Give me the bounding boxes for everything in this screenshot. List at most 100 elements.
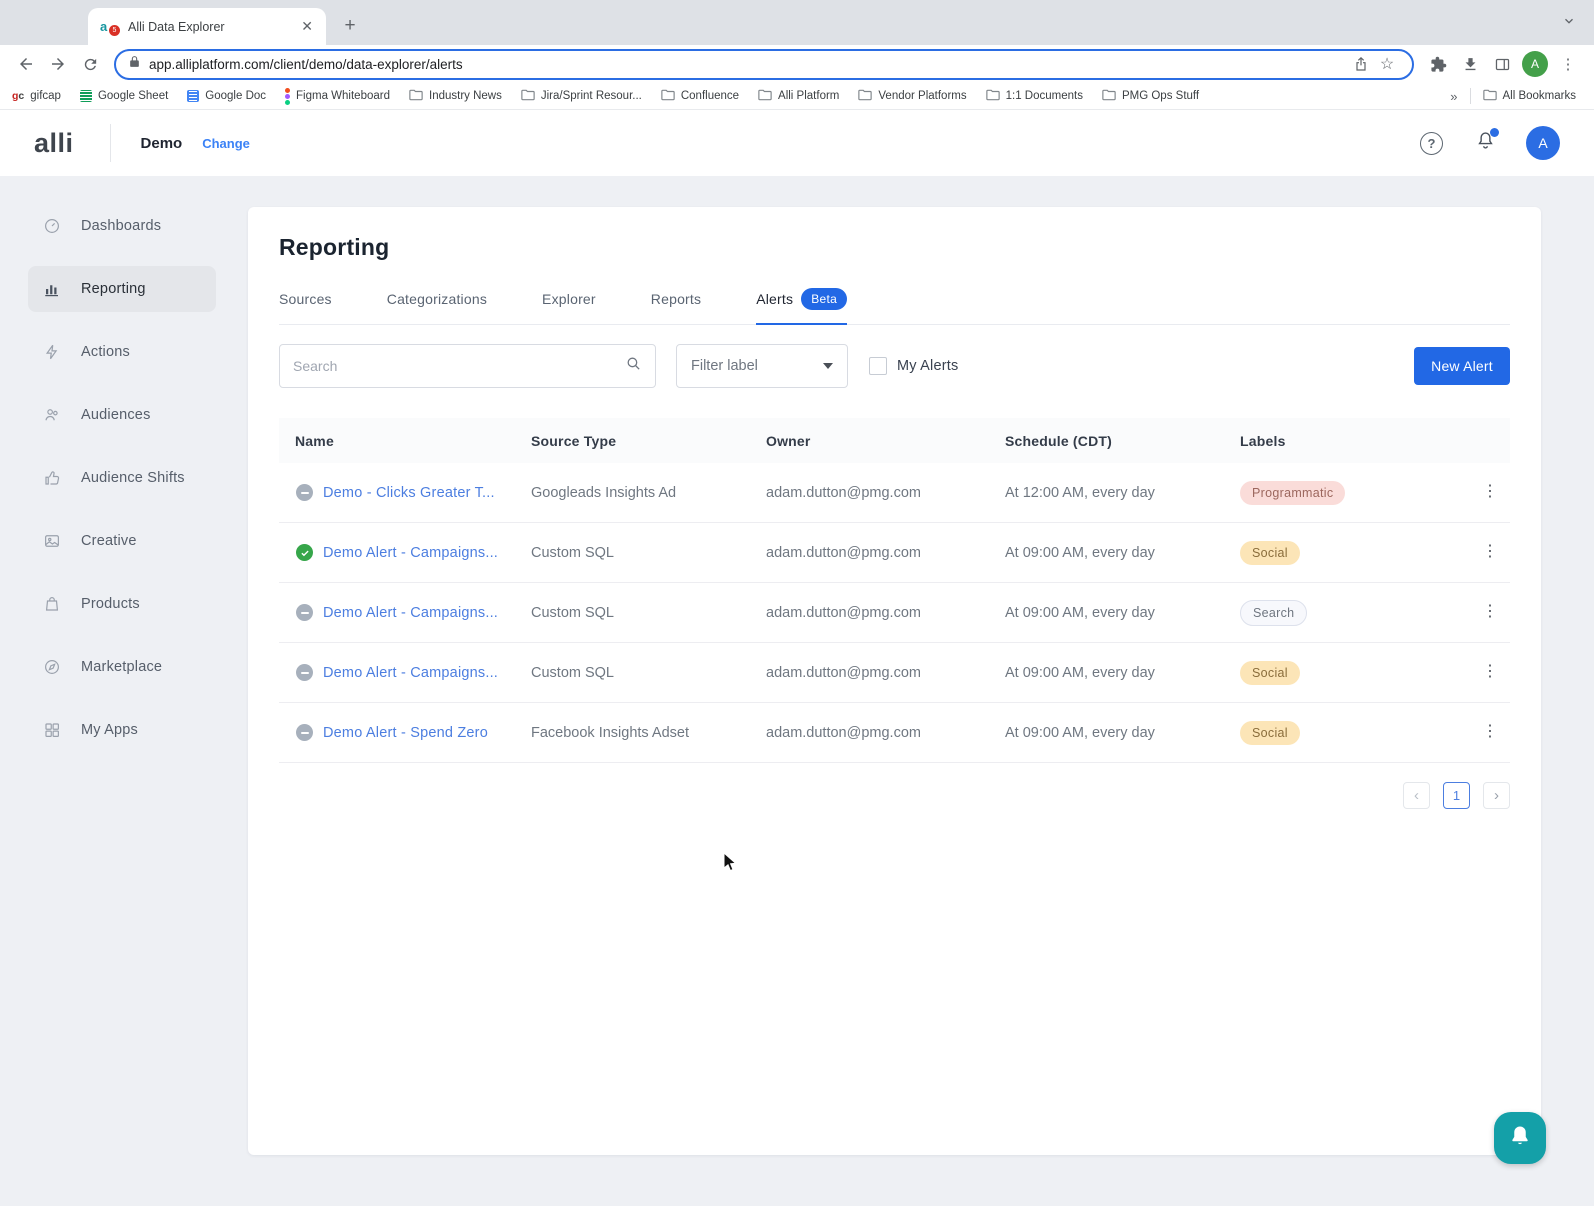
sidebar-item-actions[interactable]: Actions [28,329,216,375]
filter-label-select[interactable]: Filter label [676,344,848,388]
beta-badge: Beta [801,288,847,310]
bookmark-11-documents[interactable]: 1:1 Documents [986,89,1083,104]
alert-name-link[interactable]: Demo Alert - Campaigns... [323,605,498,621]
sidebar-item-audience-shifts[interactable]: Audience Shifts [28,455,216,501]
next-page-button[interactable]: › [1483,782,1510,809]
folder-icon [409,89,423,104]
tab-close-icon[interactable]: ✕ [298,18,316,35]
bookmark-confluence[interactable]: Confluence [661,89,739,104]
folder-icon [1102,89,1116,104]
row-actions-menu-icon[interactable]: ⋮ [1470,544,1510,561]
page-title: Reporting [279,234,1510,261]
current-page-button[interactable]: 1 [1443,782,1470,809]
table-row: Demo Alert - Campaigns... Custom SQL ada… [279,643,1510,703]
bookmark-google-doc[interactable]: Google Doc [187,90,266,102]
new-tab-button[interactable]: + [336,12,364,40]
bookmark-jira[interactable]: Jira/Sprint Resour... [521,89,642,104]
chat-widget-button[interactable] [1494,1112,1546,1164]
status-paused-icon [296,604,313,621]
row-actions-menu-icon[interactable]: ⋮ [1470,484,1510,501]
row-actions-menu-icon[interactable]: ⋮ [1470,604,1510,621]
alert-name-link[interactable]: Demo Alert - Campaigns... [323,545,498,561]
help-icon[interactable]: ? [1420,132,1443,155]
browser-tab[interactable]: a 5 Alli Data Explorer ✕ [88,8,326,45]
my-alerts-checkbox-group[interactable]: My Alerts [869,357,958,375]
table-row: Demo Alert - Campaigns... Custom SQL ada… [279,583,1510,643]
new-alert-button[interactable]: New Alert [1414,347,1510,385]
user-avatar[interactable]: A [1526,126,1560,160]
lightning-icon [43,343,61,361]
pagination: ‹ 1 › [279,782,1510,809]
sidebar-item-products[interactable]: Products [28,581,216,627]
main-content: Reporting Sources Categorizations Explor… [248,207,1541,1155]
download-icon[interactable] [1454,48,1486,80]
label-pill: Social [1240,721,1300,745]
sidebar-item-audiences[interactable]: Audiences [28,392,216,438]
browser-profile-avatar[interactable]: A [1522,51,1548,77]
change-client-link[interactable]: Change [202,136,250,151]
forward-icon[interactable] [42,48,74,80]
gifcap-icon: gc [12,90,24,102]
bookmark-industry-news[interactable]: Industry News [409,89,502,104]
alerts-table: Name Source Type Owner Schedule (CDT) La… [279,418,1510,763]
alert-name-link[interactable]: Demo Alert - Spend Zero [323,725,488,741]
share-icon[interactable] [1348,51,1374,77]
alert-name-link[interactable]: Demo Alert - Campaigns... [323,665,498,681]
search-input-wrap[interactable] [279,344,656,388]
all-bookmarks[interactable]: All Bookmarks [1483,89,1577,104]
tab-reports[interactable]: Reports [651,288,701,324]
row-actions-menu-icon[interactable]: ⋮ [1470,724,1510,741]
sidebar-item-reporting[interactable]: Reporting [28,266,216,312]
url-bar[interactable]: app.alliplatform.com/client/demo/data-ex… [114,49,1414,80]
page: a 5 Alli Data Explorer ✕ + app.alliplatf… [0,0,1594,1206]
back-icon[interactable] [10,48,42,80]
col-source-type: Source Type [531,433,766,449]
url-text[interactable]: app.alliplatform.com/client/demo/data-ex… [149,57,1348,72]
bookmark-gifcap[interactable]: gc gifcap [12,90,61,102]
bookmark-pmg-ops[interactable]: PMG Ops Stuff [1102,89,1199,104]
sidebar-item-creative[interactable]: Creative [28,518,216,564]
google-doc-icon [187,90,199,102]
extensions-icon[interactable] [1422,48,1454,80]
label-pill: Social [1240,541,1300,565]
table-header: Name Source Type Owner Schedule (CDT) La… [279,418,1510,463]
status-active-icon [296,544,313,561]
alli-logo[interactable]: alli [34,128,74,159]
sidebar: Dashboards Reporting Actions Audiences A… [0,176,248,770]
sidebar-item-my-apps[interactable]: My Apps [28,707,216,753]
my-alerts-checkbox[interactable] [869,357,887,375]
apps-grid-icon [43,721,61,739]
alert-name-link[interactable]: Demo - Clicks Greater T... [323,485,495,501]
bar-chart-icon [43,280,61,298]
col-name: Name [279,433,531,449]
status-paused-icon [296,724,313,741]
my-alerts-label: My Alerts [897,358,958,374]
status-paused-icon [296,664,313,681]
tab-explorer[interactable]: Explorer [542,288,596,324]
bookmark-vendor-platforms[interactable]: Vendor Platforms [858,89,966,104]
prev-page-button[interactable]: ‹ [1403,782,1430,809]
sidebar-item-marketplace[interactable]: Marketplace [28,644,216,690]
notifications-bell-icon[interactable] [1475,130,1496,156]
side-panel-icon[interactable] [1486,48,1518,80]
bookmark-alli-platform[interactable]: Alli Platform [758,89,839,104]
col-labels: Labels [1240,433,1470,449]
bookmark-star-icon[interactable]: ☆ [1374,51,1400,77]
sidebar-item-dashboards[interactable]: Dashboards [28,203,216,249]
client-name: Demo [141,135,183,152]
bookmark-figma[interactable]: Figma Whiteboard [285,88,390,105]
reload-icon[interactable] [74,48,106,80]
favicon-notification-badge: 5 [109,25,120,36]
tab-sources[interactable]: Sources [279,288,332,324]
bookmarks-overflow-icon[interactable]: » [1450,89,1457,104]
tab-alerts[interactable]: Alerts Beta [756,288,847,325]
lock-icon [128,55,141,73]
search-input[interactable] [293,358,625,374]
bookmark-google-sheet[interactable]: Google Sheet [80,90,168,102]
tab-categorizations[interactable]: Categorizations [387,288,487,324]
row-actions-menu-icon[interactable]: ⋮ [1470,664,1510,681]
caret-down-icon [823,363,833,369]
browser-menu-icon[interactable]: ⋮ [1552,48,1584,80]
alli-favicon-icon: a 5 [100,19,120,35]
chevron-down-icon[interactable] [1562,14,1576,33]
